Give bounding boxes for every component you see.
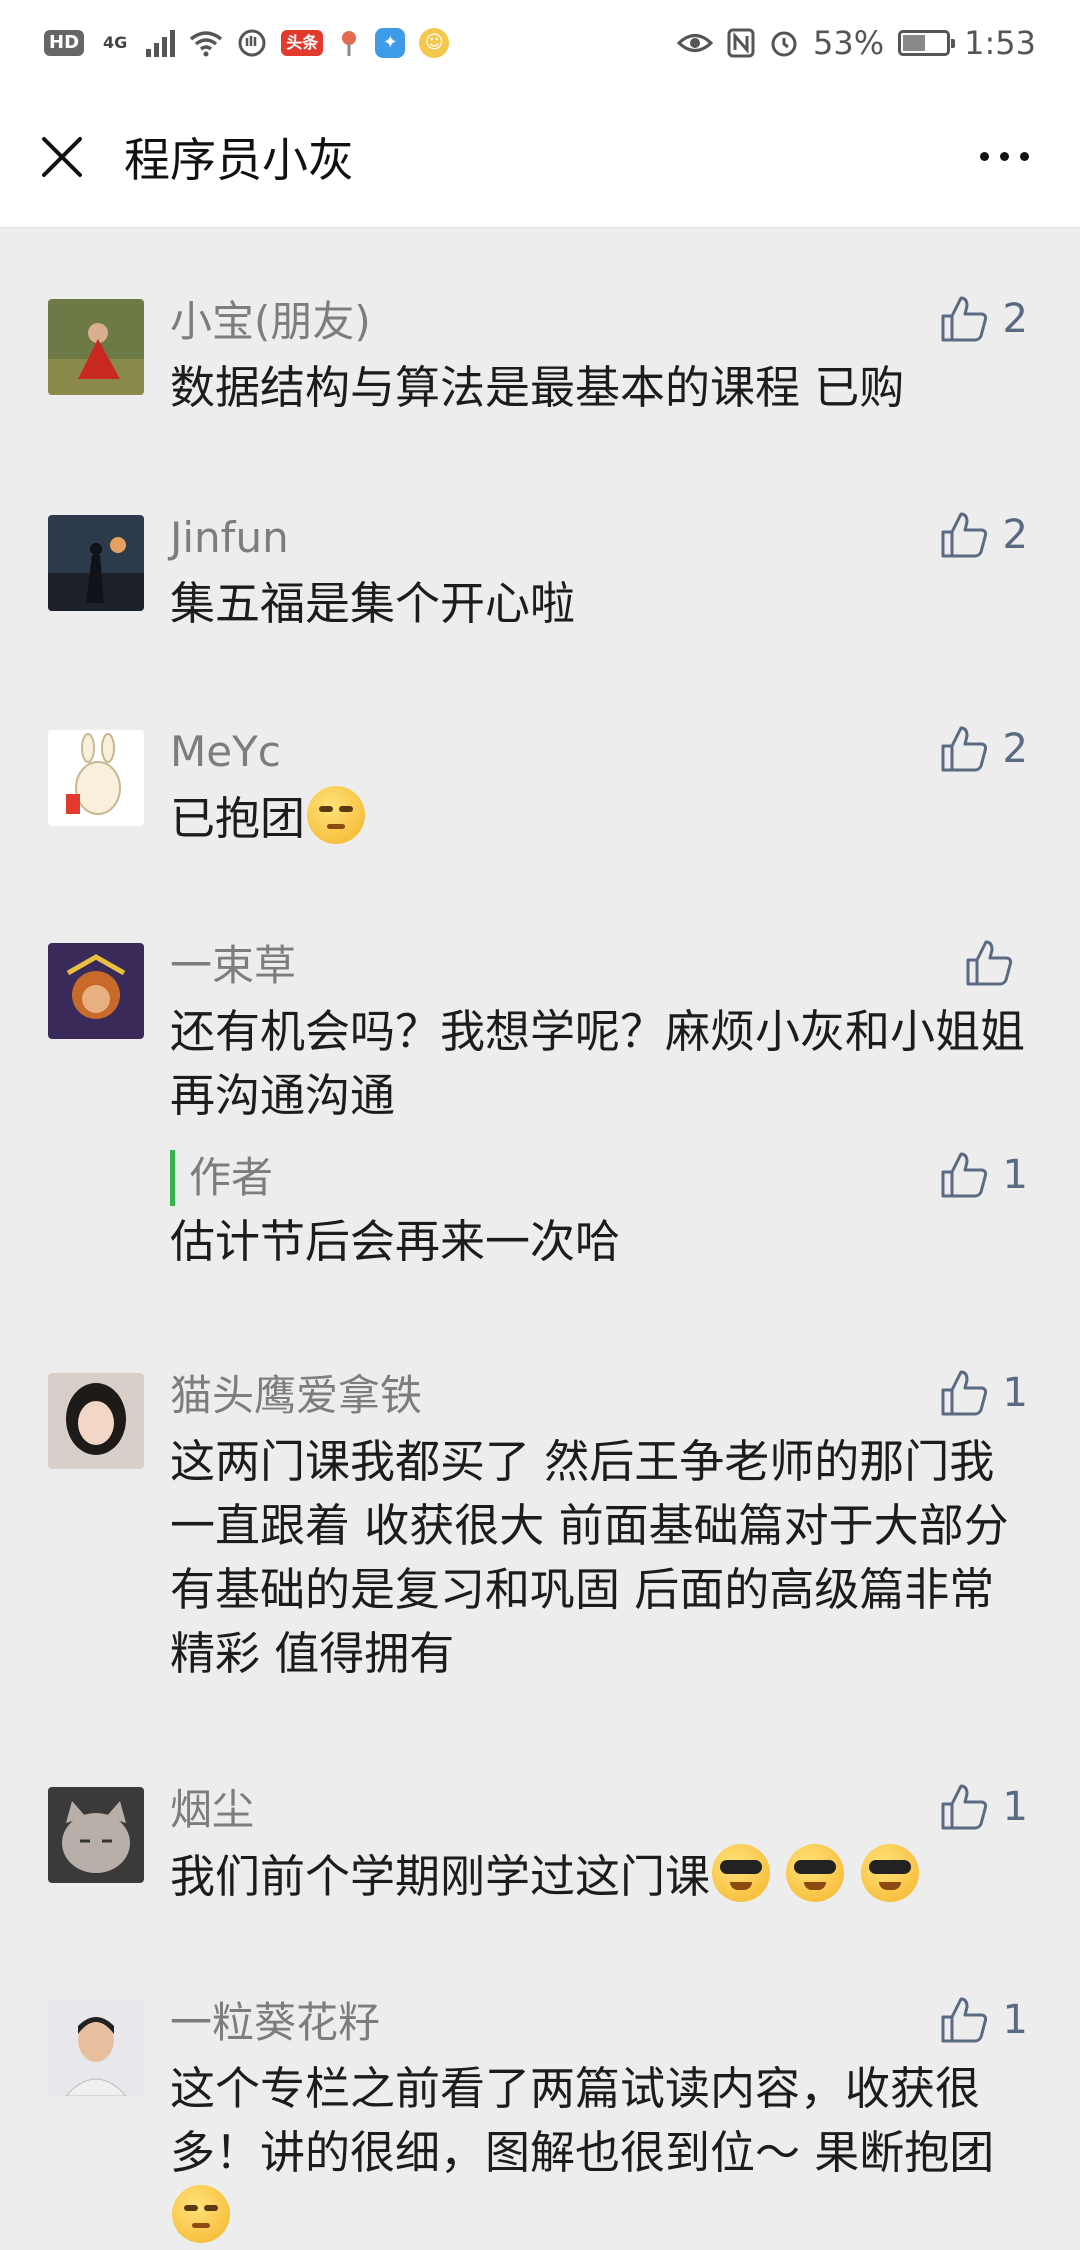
- comment-author[interactable]: 烟尘: [170, 1782, 254, 1838]
- avatar[interactable]: [48, 2000, 144, 2096]
- like-button[interactable]: [964, 938, 1028, 988]
- comment-text-body: 这个专栏之前看了两篇试读内容，收获很多！讲的很细，图解也很到位～ 果断抱团: [170, 2062, 995, 2179]
- like-count: 1: [1002, 1370, 1028, 1416]
- comment-text: 集五福是集个开心啦: [170, 577, 576, 630]
- avatar-cartoon-rabbit-icon: [48, 730, 144, 826]
- avatar-cat-icon: [48, 1787, 144, 1883]
- like-count: 2: [1002, 726, 1028, 772]
- like-count: 1: [1002, 1997, 1028, 2043]
- status-bar-right: 53% 1:53: [677, 24, 1036, 62]
- page-title: 程序员小灰: [124, 132, 354, 187]
- avatar[interactable]: [48, 299, 144, 395]
- avatar-man-portrait-icon: [48, 2000, 144, 2096]
- battery-level: [903, 35, 926, 51]
- like-button[interactable]: 1: [939, 1368, 1028, 1418]
- avatar[interactable]: [48, 515, 144, 611]
- comment-text: 数据结构与算法是最基本的课程 已购: [170, 361, 905, 414]
- comment-author[interactable]: MeYc: [170, 724, 281, 780]
- battery-icon: [898, 30, 956, 56]
- network-type-label: 4G: [103, 33, 128, 52]
- like-count: 1: [1002, 1784, 1028, 1830]
- cool-sunglasses-emoji-icon: [712, 1844, 771, 1902]
- hd-icon: HD: [44, 30, 85, 56]
- location-pin-icon: [342, 31, 357, 56]
- avatar-girl-red-dress-icon: [48, 299, 144, 395]
- comment-author[interactable]: Jinfun: [170, 510, 289, 566]
- comment-text: 已抱团: [170, 786, 1030, 851]
- thumbs-up-icon: [941, 296, 987, 342]
- author-reply-text: 估计节后会再来一次哈: [170, 1215, 621, 1268]
- thumbs-up-icon: [941, 726, 987, 772]
- comment-text: 还有机会吗？我想学呢？麻烦小灰和小姐姐再沟通沟通: [170, 1005, 1026, 1122]
- avatar-girl-portrait-icon: [48, 1373, 144, 1469]
- cool-sunglasses-emoji-icon: [860, 1844, 919, 1902]
- bird-app-icon: ✦: [375, 28, 406, 58]
- status-bar: HD 4G 头条 ✦ ☺ 53% 1:53: [0, 0, 1080, 86]
- comment-author[interactable]: 小宝(朋友): [170, 294, 371, 350]
- thumbs-up-icon: [966, 940, 1013, 986]
- comment-author[interactable]: 猫头鹰爱拿铁: [170, 1368, 422, 1424]
- like-button[interactable]: 1: [939, 1995, 1028, 2045]
- close-button[interactable]: [34, 129, 90, 185]
- cool-sunglasses-emoji-icon: [786, 1844, 845, 1902]
- comment-text-body: 我们前个学期刚学过这门课: [170, 1850, 711, 1903]
- smirk-emoji-icon: [307, 786, 366, 844]
- more-dot-icon: [999, 152, 1009, 161]
- wifi-icon: [190, 31, 223, 57]
- comment-text-body: 已抱团: [170, 792, 306, 845]
- more-options-button[interactable]: [964, 129, 1044, 185]
- eye-comfort-icon: [677, 34, 714, 52]
- like-count: 2: [1002, 512, 1028, 558]
- status-bar-left: HD 4G 头条 ✦ ☺: [44, 28, 450, 58]
- comment-text: 我们前个学期刚学过这门课: [170, 1844, 1030, 1909]
- like-count: 1: [1002, 1152, 1028, 1198]
- comment-text: 这个专栏之前看了两篇试读内容，收获很多！讲的很细，图解也很到位～ 果断抱团: [170, 2057, 1030, 2250]
- close-icon: [42, 136, 82, 177]
- like-button[interactable]: 2: [939, 294, 1028, 344]
- more-dot-icon: [979, 152, 989, 161]
- comment-author[interactable]: 一束草: [170, 938, 296, 994]
- comment-author[interactable]: 一粒葵花籽: [170, 1995, 380, 2051]
- signal-icon: [146, 29, 176, 57]
- reply-like-button[interactable]: 1: [939, 1150, 1028, 1200]
- like-button[interactable]: 2: [939, 724, 1028, 774]
- thumbs-up-icon: [941, 512, 987, 558]
- like-button[interactable]: 2: [939, 510, 1028, 560]
- like-button[interactable]: 1: [939, 1782, 1028, 1832]
- author-reply-label: 作者: [170, 1150, 273, 1206]
- avatar[interactable]: [48, 943, 144, 1039]
- comment-text: 这两门课我都买了 然后王争老师的那门我一直跟着 收获很大 前面基础篇对于大部分有…: [170, 1435, 1009, 1680]
- more-dot-icon: [1019, 152, 1029, 161]
- hand-icon: [238, 29, 266, 57]
- smirk-emoji-icon: [172, 2185, 230, 2243]
- avatar-monkey-king-icon: [48, 943, 144, 1039]
- thumbs-up-icon: [941, 1370, 987, 1416]
- avatar[interactable]: [48, 730, 144, 826]
- nfc-icon: [727, 28, 755, 58]
- avatar-warrior-sunset-icon: [48, 515, 144, 611]
- battery-percent: 53%: [813, 24, 885, 62]
- thumbs-up-icon: [941, 1784, 987, 1830]
- clock-time: 1:53: [964, 24, 1036, 62]
- like-count: 2: [1002, 296, 1028, 342]
- title-bar: 程序员小灰: [0, 86, 1080, 228]
- avatar[interactable]: [48, 1373, 144, 1469]
- thumbs-up-icon: [941, 1997, 987, 2043]
- toutiao-app-icon: 头条: [281, 30, 324, 56]
- face-app-icon: ☺: [419, 28, 450, 58]
- alarm-icon: [771, 31, 797, 57]
- avatar[interactable]: [48, 1787, 144, 1883]
- thumbs-up-icon: [941, 1152, 987, 1198]
